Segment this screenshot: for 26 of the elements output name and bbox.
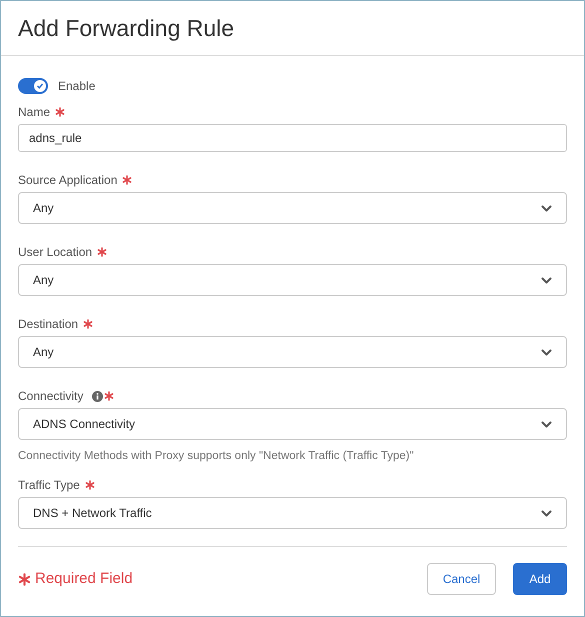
cancel-button[interactable]: Cancel	[427, 563, 496, 596]
chevron-down-icon	[541, 348, 552, 356]
chevron-down-icon	[541, 204, 552, 212]
field-label: Traffic Type	[18, 477, 80, 494]
check-icon	[36, 82, 44, 90]
select-dropdown[interactable]: Any	[18, 192, 567, 224]
select-dropdown[interactable]: Any	[18, 264, 567, 296]
required-note: Required Field	[35, 569, 133, 589]
enable-toggle[interactable]	[18, 78, 48, 94]
select-dropdown[interactable]: DNS + Network Traffic	[18, 497, 567, 530]
name-input-field[interactable]: adns_rule	[18, 124, 567, 152]
dialog-title: Add Forwarding Rule	[18, 14, 234, 43]
chevron-down-icon	[541, 276, 552, 284]
select-dropdown[interactable]: ADNS Connectivity	[18, 408, 567, 440]
field-label: Connectivity	[18, 388, 84, 405]
add-button[interactable]: Add	[513, 563, 567, 596]
field-hint: Connectivity Methods with Proxy supports only "Network Traffic (Traffic Type)"	[18, 449, 415, 464]
field-label: User Location	[18, 244, 92, 261]
field-label: Destination	[18, 316, 78, 333]
field-label: Source Application	[18, 172, 118, 189]
chevron-down-icon	[541, 510, 552, 517]
select-dropdown[interactable]: Any	[18, 336, 567, 368]
required-icon	[18, 572, 31, 586]
chevron-down-icon	[541, 420, 552, 428]
enable-label: Enable	[58, 78, 96, 95]
field-label: Name	[18, 104, 50, 121]
